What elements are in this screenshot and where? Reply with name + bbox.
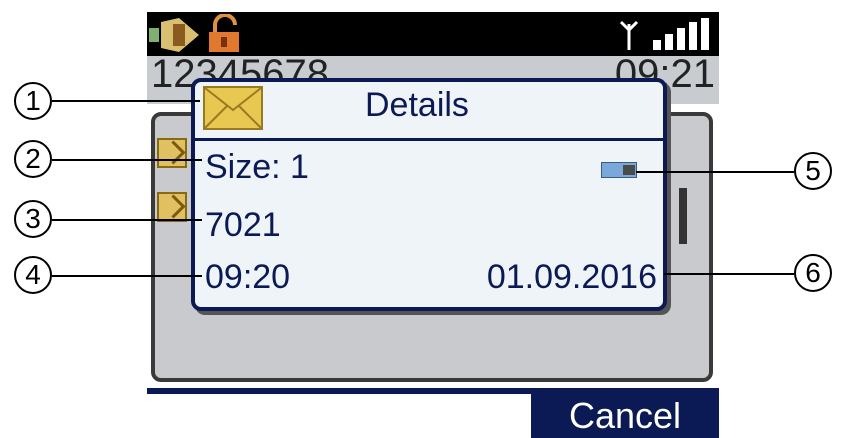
antenna-icon: [619, 20, 639, 50]
scrollbar[interactable]: [679, 188, 687, 244]
message-date: 01.09.2016: [486, 258, 657, 296]
dialog-title: Details: [365, 86, 469, 124]
callout-4-line: [52, 275, 202, 277]
battery-icon: [149, 18, 199, 52]
callout-5-line: [636, 171, 794, 173]
callout-3-line: [52, 219, 202, 221]
envelope-icon: [203, 86, 263, 130]
callout-2-line: [52, 159, 202, 161]
callout-6-line: [664, 273, 794, 275]
details-dialog: Details Size: 1 7021 09:20 01.09.2016: [191, 78, 667, 311]
sender-number: 7021: [205, 206, 281, 244]
callout-1-line: [52, 100, 200, 102]
callout-3: 3: [14, 200, 52, 238]
callout-4: 4: [14, 256, 52, 294]
callout-2: 2: [14, 140, 52, 178]
dialog-divider: [195, 138, 663, 141]
message-size: Size: 1: [205, 148, 309, 186]
callout-5: 5: [794, 152, 832, 190]
cancel-softkey[interactable]: Cancel: [531, 394, 719, 438]
message-list-item-icon[interactable]: [157, 138, 187, 168]
memory-icon: [601, 162, 637, 178]
callout-6: 6: [794, 254, 832, 292]
message-list-item-icon[interactable]: [157, 192, 187, 222]
signal-strength-icon: [653, 18, 709, 50]
callout-1: 1: [14, 82, 52, 120]
message-time: 09:20: [205, 258, 291, 296]
lock-icon: [209, 14, 239, 52]
